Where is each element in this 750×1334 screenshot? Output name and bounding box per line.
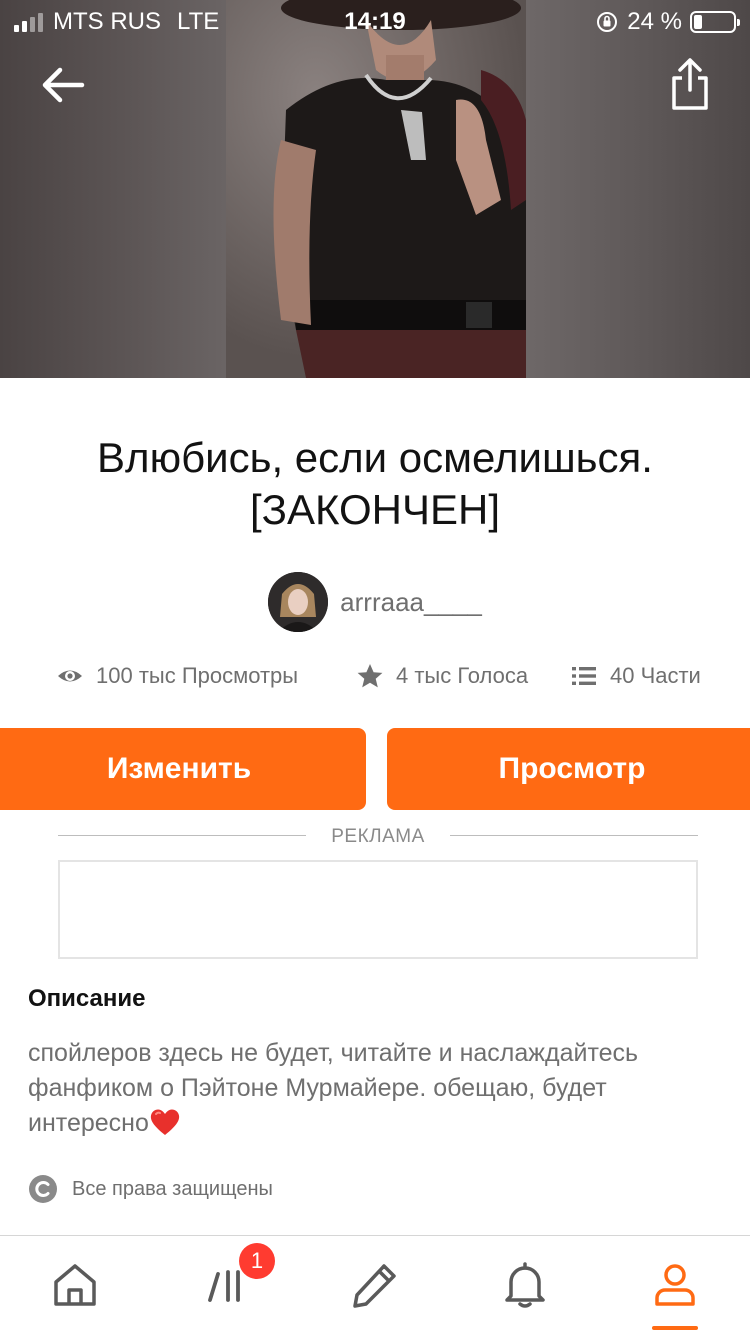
description-body: спойлеров здесь не будет, читайте и насл… (28, 1036, 728, 1141)
story-title-line-2: [ЗАКОНЧЕН] (249, 486, 501, 533)
author-row[interactable]: arrraaa____ (0, 572, 750, 632)
story-title: Влюбись, если осмелишься. [ЗАКОНЧЕН] (0, 432, 750, 536)
stat-parts: 40 Части (570, 662, 701, 690)
story-title-line-1: Влюбись, если осмелишься. (97, 434, 653, 481)
orientation-lock-icon (597, 12, 618, 32)
heart-icon (150, 1109, 180, 1135)
tab-write[interactable] (350, 1260, 400, 1310)
arrow-left-icon (42, 67, 85, 103)
description-heading: Описание (28, 985, 146, 1012)
library-notification-badge: 1 (239, 1243, 275, 1279)
ad-slot[interactable] (58, 860, 698, 959)
status-bar: MTS RUS LTE 14:19 24 % (0, 0, 750, 44)
story-cover-image (226, 0, 526, 378)
edit-button[interactable]: Изменить (0, 728, 366, 810)
active-tab-indicator (652, 1326, 698, 1330)
avatar-photo (268, 572, 329, 632)
bottom-tab-bar: 1 (0, 1235, 750, 1334)
tab-notifications[interactable] (500, 1260, 550, 1310)
eye-icon (58, 670, 82, 682)
bell-icon (505, 1262, 545, 1308)
ad-divider-line-right (450, 835, 698, 836)
tab-profile[interactable] (650, 1260, 700, 1310)
share-button[interactable] (670, 56, 710, 112)
story-stats: 100 тыс Просмотры 4 тыс Голоса 40 Части (0, 662, 750, 698)
stat-parts-label: 40 Части (610, 663, 701, 688)
stat-views-label: 100 тыс Просмотры (96, 663, 299, 688)
stat-views: 100 тыс Просмотры (56, 662, 298, 690)
pencil-icon (353, 1264, 396, 1308)
battery-percent: 24 % (627, 8, 682, 35)
author-username[interactable]: arrraaa____ (340, 587, 482, 618)
battery-icon (690, 11, 740, 33)
view-button[interactable]: Просмотр (387, 728, 750, 810)
copyright-label: Все права защищены (72, 1177, 273, 1200)
ad-divider: РЕКЛАМА (58, 826, 698, 847)
stat-votes: 4 тыс Голоса (356, 662, 528, 690)
profile-icon (655, 1264, 695, 1306)
copyright-icon (29, 1175, 57, 1203)
tab-home[interactable] (50, 1260, 100, 1310)
copyright-row: Все права защищены (28, 1174, 273, 1204)
star-icon (357, 664, 383, 688)
ad-label: РЕКЛАМА (331, 826, 425, 847)
stat-votes-label: 4 тыс Голоса (396, 663, 529, 688)
list-icon (572, 667, 596, 685)
cover-illustration (226, 0, 526, 378)
share-icon (672, 58, 708, 110)
home-icon (54, 1264, 96, 1306)
back-button[interactable] (38, 60, 88, 110)
author-avatar[interactable] (268, 572, 329, 632)
description-text: спойлеров здесь не будет, читайте и насл… (28, 1039, 639, 1137)
story-header: MTS RUS LTE 14:19 24 % (0, 0, 750, 378)
